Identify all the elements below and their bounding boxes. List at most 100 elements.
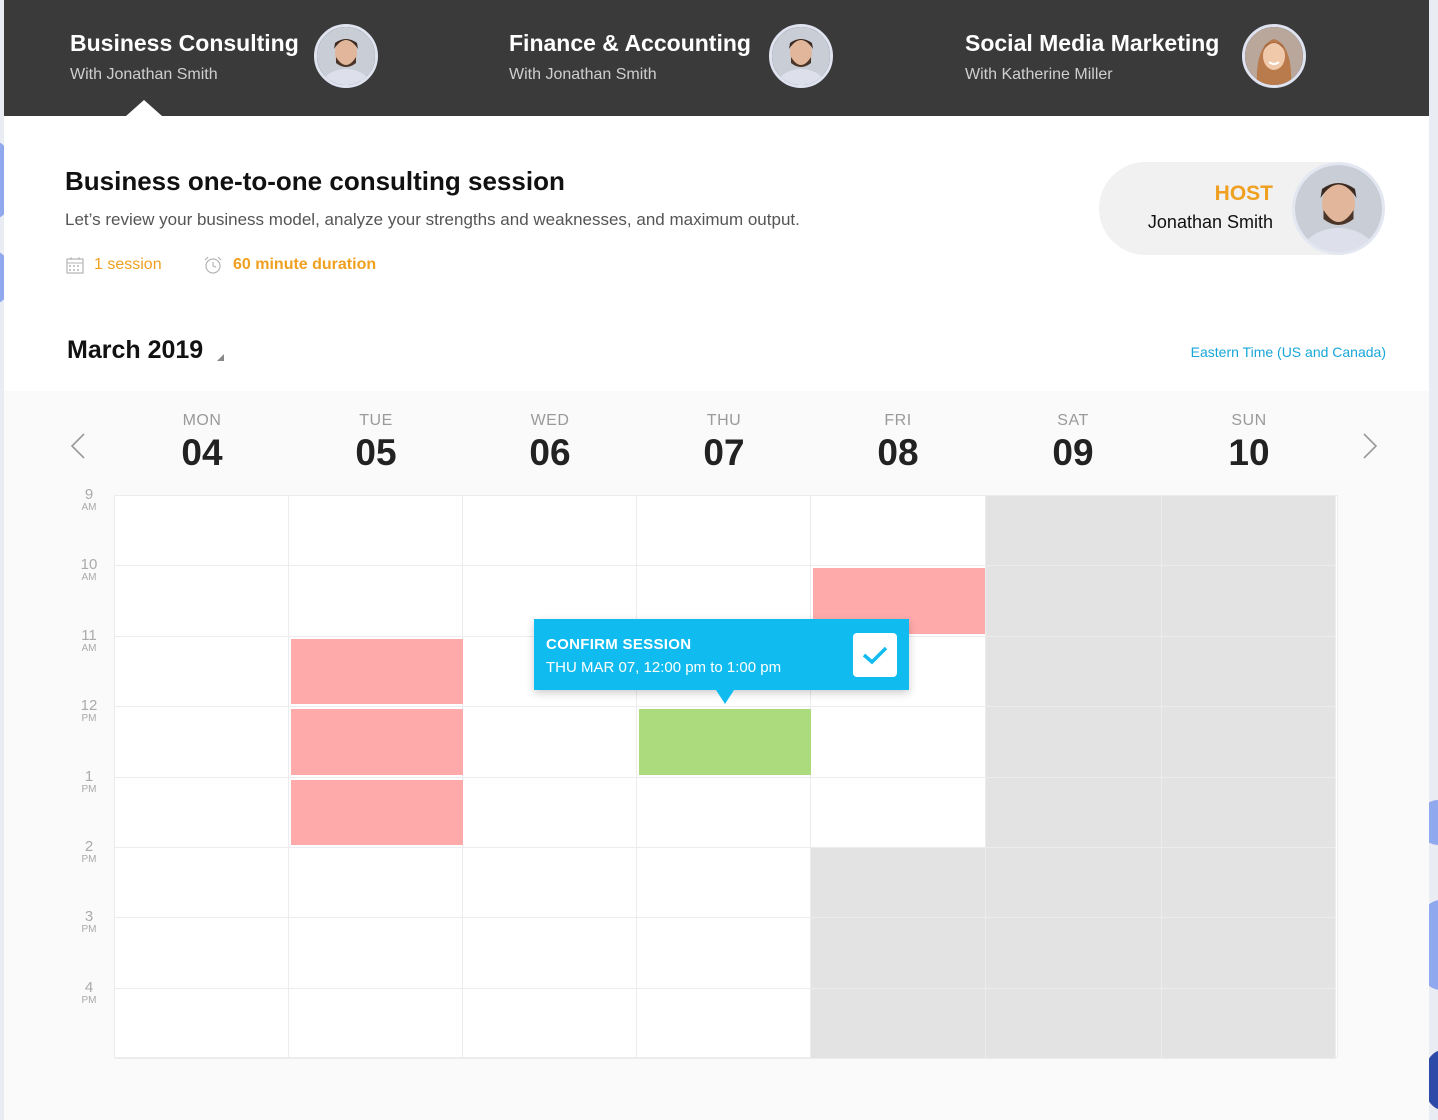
time-slot[interactable] bbox=[115, 848, 289, 919]
time-hour: 12 bbox=[80, 697, 98, 715]
course-host: With Jonathan Smith bbox=[509, 66, 657, 83]
time-slot-unavailable bbox=[986, 636, 1162, 708]
time-slot[interactable] bbox=[463, 848, 637, 919]
time-slot[interactable] bbox=[463, 496, 637, 567]
day-number: 05 bbox=[355, 432, 397, 473]
calendar-grid bbox=[114, 495, 1338, 1060]
booking-card: Business Consulting With Jonathan Smith … bbox=[4, 0, 1429, 1120]
avatar-katherine-miller bbox=[1242, 24, 1306, 88]
time-slot[interactable] bbox=[289, 848, 463, 919]
caret-down-icon bbox=[217, 354, 225, 361]
time-label: 3 PM bbox=[74, 909, 104, 936]
time-label: 9 AM bbox=[74, 487, 104, 514]
day-number: 10 bbox=[1228, 432, 1270, 473]
day-name: FRI bbox=[884, 412, 912, 429]
time-slot[interactable] bbox=[289, 988, 463, 1060]
day-number: 06 bbox=[529, 432, 571, 473]
time-ampm: PM bbox=[81, 713, 97, 725]
active-tab-pointer bbox=[126, 100, 162, 116]
day-name: TUE bbox=[359, 412, 393, 429]
confirm-button[interactable] bbox=[853, 633, 897, 677]
host-name: Jonathan Smith bbox=[1147, 212, 1273, 232]
time-hour: 2 bbox=[84, 838, 94, 855]
prev-week-button[interactable] bbox=[70, 432, 86, 465]
time-slot-unavailable bbox=[811, 848, 986, 919]
time-slot[interactable] bbox=[637, 848, 811, 919]
time-slot[interactable] bbox=[115, 918, 289, 989]
time-hour: 9 bbox=[84, 486, 94, 503]
host-avatar bbox=[1292, 162, 1385, 255]
time-slot[interactable] bbox=[115, 636, 289, 708]
time-slot[interactable] bbox=[463, 777, 637, 848]
day-number: 09 bbox=[1052, 432, 1094, 473]
confirm-title: CONFIRM SESSION bbox=[546, 636, 692, 653]
next-week-button[interactable] bbox=[1362, 432, 1378, 465]
day-number: 08 bbox=[877, 432, 919, 473]
time-slot[interactable] bbox=[115, 707, 289, 778]
time-slot-unavailable bbox=[1162, 707, 1336, 778]
time-label: 11 AM bbox=[74, 628, 104, 655]
month-selector[interactable]: March 2019 bbox=[67, 336, 225, 365]
time-slot-unavailable bbox=[986, 566, 1162, 637]
time-ampm: AM bbox=[81, 572, 97, 584]
time-slot[interactable] bbox=[289, 496, 463, 567]
time-slot[interactable] bbox=[811, 707, 986, 778]
time-slot-unavailable bbox=[1162, 777, 1336, 848]
checkmark-icon bbox=[862, 646, 888, 665]
time-label: 10 AM bbox=[74, 557, 104, 584]
time-slot[interactable] bbox=[637, 918, 811, 989]
time-slot-unavailable bbox=[811, 918, 986, 989]
time-slot[interactable] bbox=[811, 777, 986, 848]
time-slot[interactable] bbox=[463, 918, 637, 989]
time-slot[interactable] bbox=[637, 496, 811, 567]
day-name: SAT bbox=[1057, 412, 1089, 429]
time-ampm: PM bbox=[81, 924, 97, 936]
course-title: Finance & Accounting bbox=[509, 30, 751, 56]
time-label: 1 PM bbox=[74, 769, 104, 796]
session-description: Let’s review your business model, analyz… bbox=[65, 210, 800, 229]
calendar-icon bbox=[66, 256, 84, 274]
time-slot[interactable] bbox=[811, 496, 986, 567]
time-slot-unavailable bbox=[1162, 496, 1336, 567]
time-slot-unavailable bbox=[811, 988, 986, 1060]
time-slot-unavailable bbox=[986, 496, 1162, 567]
course-host: With Jonathan Smith bbox=[70, 66, 218, 83]
alarm-clock-icon bbox=[203, 256, 223, 274]
time-slot[interactable] bbox=[637, 777, 811, 848]
course-tab-business-consulting[interactable]: Business Consulting With Jonathan Smith bbox=[70, 0, 390, 116]
time-slot[interactable] bbox=[637, 988, 811, 1060]
sessions-label: 1 session bbox=[94, 256, 162, 273]
time-hour: 1 bbox=[84, 767, 94, 785]
time-slot-unavailable bbox=[986, 777, 1162, 848]
course-title: Social Media Marketing bbox=[965, 30, 1220, 56]
booked-slot bbox=[291, 779, 463, 845]
time-hour: 3 bbox=[84, 908, 94, 926]
time-hour: 4 bbox=[84, 978, 94, 996]
day-number: 07 bbox=[703, 432, 745, 473]
time-slot[interactable] bbox=[115, 777, 289, 848]
day-name: THU bbox=[706, 412, 742, 429]
day-name: MON bbox=[182, 412, 222, 429]
day-header-tue: TUE 05 bbox=[289, 412, 463, 474]
selected-slot[interactable] bbox=[639, 709, 811, 775]
host-card: HOST Jonathan Smith bbox=[1099, 162, 1385, 255]
time-slot-unavailable bbox=[1162, 848, 1336, 919]
avatar-jonathan-smith bbox=[314, 24, 378, 88]
time-slot[interactable] bbox=[115, 988, 289, 1060]
time-slot[interactable] bbox=[289, 918, 463, 989]
time-slot-unavailable bbox=[1162, 918, 1336, 989]
avatar-jonathan-smith bbox=[769, 24, 833, 88]
time-slot[interactable] bbox=[463, 707, 637, 778]
confirm-session-popover: CONFIRM SESSION THU MAR 07, 12:00 pm to … bbox=[534, 619, 909, 704]
time-slot[interactable] bbox=[289, 566, 463, 637]
time-ampm: PM bbox=[81, 994, 97, 1006]
time-hour: 11 bbox=[81, 626, 97, 644]
day-number: 04 bbox=[181, 432, 223, 473]
timezone-link[interactable]: Eastern Time (US and Canada) bbox=[1191, 344, 1386, 360]
time-slot[interactable] bbox=[463, 988, 637, 1060]
time-slot[interactable] bbox=[115, 496, 289, 567]
course-tab-social-media-marketing[interactable]: Social Media Marketing With Katherine Mi… bbox=[965, 0, 1315, 116]
time-slot-unavailable bbox=[986, 918, 1162, 989]
course-tab-finance-accounting[interactable]: Finance & Accounting With Jonathan Smith bbox=[509, 0, 849, 116]
time-slot[interactable] bbox=[115, 566, 289, 637]
